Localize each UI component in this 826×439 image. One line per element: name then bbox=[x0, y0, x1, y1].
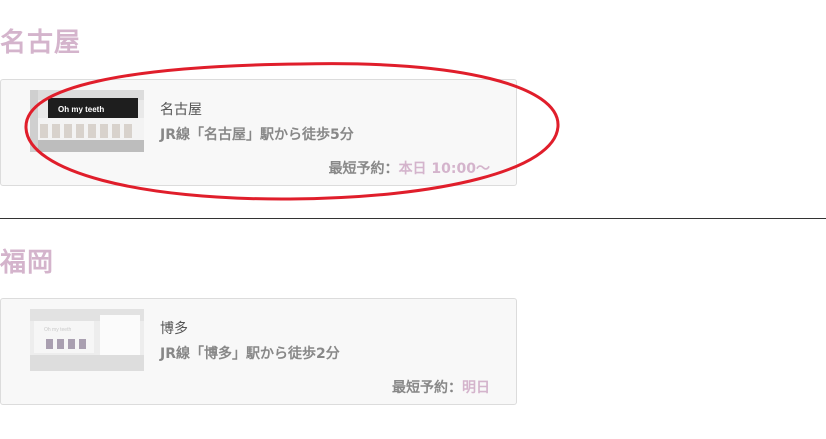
reservation-value: 本日 10:00〜 bbox=[398, 161, 490, 177]
reservation-value: 明日 bbox=[462, 380, 490, 396]
reservation-label: 最短予約： bbox=[328, 161, 399, 177]
clinic-name: 名古屋 bbox=[160, 102, 202, 118]
reservation-label: 最短予約： bbox=[392, 380, 462, 396]
photo-sign-text: Oh my teeth bbox=[58, 105, 104, 114]
section-title-nagoya: 名古屋 bbox=[0, 28, 82, 58]
clinic-photo: Oh my teeth bbox=[30, 309, 144, 371]
clinic-name: 博多 bbox=[160, 321, 188, 337]
earliest-reservation: 最短予約：明日 bbox=[392, 377, 490, 397]
earliest-reservation: 最短予約：本日 10:00〜 bbox=[329, 158, 490, 178]
clinic-access: JR線「名古屋」駅から徒歩5分 bbox=[160, 127, 354, 143]
clinic-card-nagoya[interactable]: Oh my teeth 名古屋 JR線「名古屋」駅から徒歩5分 最短予約：本日 … bbox=[0, 79, 517, 186]
photo-sign-text: Oh my teeth bbox=[44, 327, 71, 333]
clinic-access: JR線「博多」駅から徒歩2分 bbox=[160, 346, 340, 362]
clinic-photo: Oh my teeth bbox=[30, 90, 144, 152]
section-title-fukuoka: 福岡 bbox=[0, 248, 55, 278]
section-divider bbox=[0, 218, 826, 219]
clinic-card-hakata[interactable]: Oh my teeth 博多 JR線「博多」駅から徒歩2分 最短予約：明日 bbox=[0, 298, 517, 405]
